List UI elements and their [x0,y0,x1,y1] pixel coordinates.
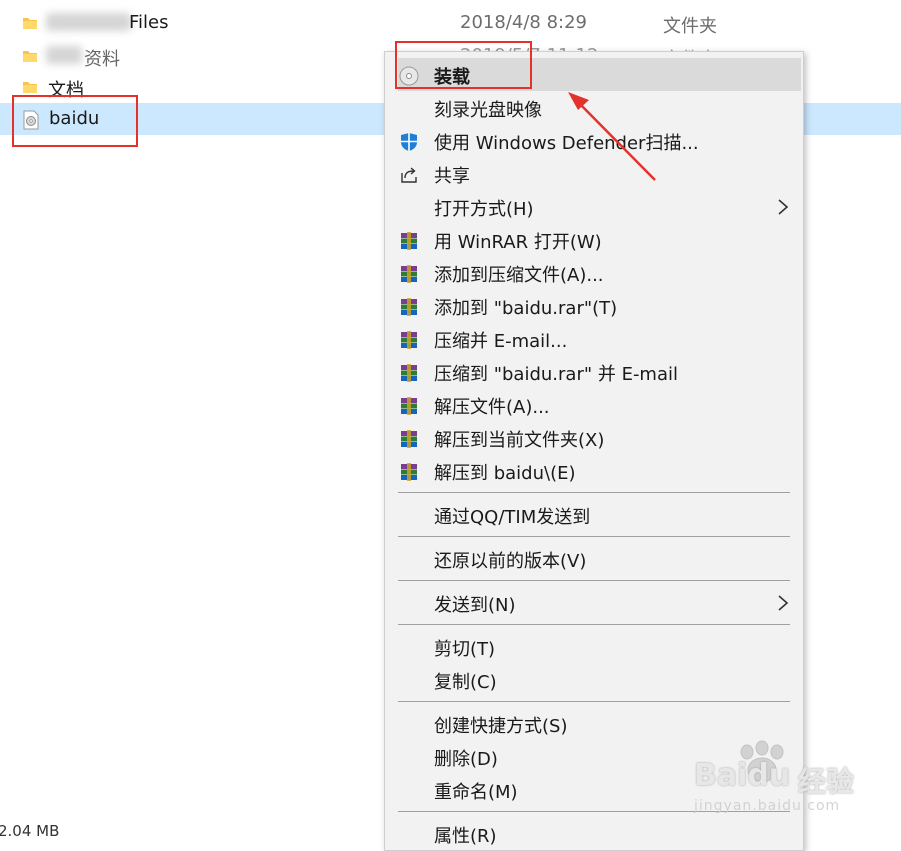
winrar-icon [401,298,417,316]
menu-item-copy[interactable]: 复制(C) [385,663,803,696]
watermark-brand: Baidu [694,758,791,793]
menu-item-open-with-winrar[interactable]: 用 WinRAR 打开(W) [385,223,803,256]
menu-item-add-to-archive[interactable]: 添加到压缩文件(A)... [385,256,803,289]
menu-item-create-shortcut[interactable]: 创建快捷方式(S) [385,707,803,740]
chevron-right-icon [778,199,789,215]
watermark-url: jingyan.baidu.com [694,798,841,814]
context-menu: 装载 刻录光盘映像 使用 Windows Defender扫描... 共享 打开… [384,51,804,851]
share-icon [401,167,417,183]
menu-item-extract-to-baidu[interactable]: 解压到 baidu\(E) [385,454,803,487]
menu-separator [398,580,790,581]
menu-separator [398,536,790,537]
chevron-right-icon [778,595,789,611]
winrar-icon [401,232,417,250]
menu-item-restore-previous-versions[interactable]: 还原以前的版本(V) [385,542,803,575]
file-row-files-folder[interactable]: Files 2018/4/8 8:29 文件夹 [0,7,901,39]
winrar-icon [401,397,417,415]
menu-item-share[interactable]: 共享 [385,157,803,190]
blurred-name [46,13,131,31]
winrar-icon [401,364,417,382]
winrar-icon [401,331,417,349]
menu-item-extract-files[interactable]: 解压文件(A)... [385,388,803,421]
status-size: 2.04 MB [0,822,60,840]
watermark-cn: 经验 [798,765,855,798]
annotation-box-mount [395,41,532,89]
menu-separator [398,624,790,625]
menu-item-add-to-baidu-rar[interactable]: 添加到 "baidu.rar"(T) [385,289,803,322]
menu-item-open-with[interactable]: 打开方式(H) [385,190,803,223]
menu-separator [398,492,790,493]
menu-item-defender-scan[interactable]: 使用 Windows Defender扫描... [385,124,803,157]
file-name: 资料 [84,49,120,70]
menu-item-compress-and-email[interactable]: 压缩并 E-mail... [385,322,803,355]
folder-icon [23,82,37,93]
defender-shield-icon [401,133,417,151]
file-type: 文件夹 [663,16,717,37]
menu-item-send-to[interactable]: 发送到(N) [385,586,803,619]
winrar-icon [401,463,417,481]
baidu-jingyan-watermark: Baidu 经验 jingyan.baidu.com [690,740,900,830]
file-date: 2018/4/8 8:29 [460,12,587,33]
menu-item-send-via-qq-tim[interactable]: 通过QQ/TIM发送到 [385,498,803,531]
folder-icon [23,51,37,62]
menu-item-extract-here[interactable]: 解压到当前文件夹(X) [385,421,803,454]
winrar-icon [401,265,417,283]
menu-item-burn-disc-image[interactable]: 刻录光盘映像 [385,91,803,124]
menu-item-compress-baidu-rar-email[interactable]: 压缩到 "baidu.rar" 并 E-mail [385,355,803,388]
annotation-box-file [12,95,138,147]
menu-item-cut[interactable]: 剪切(T) [385,630,803,663]
blurred-name [46,46,82,64]
file-name: Files [129,12,169,33]
winrar-icon [401,430,417,448]
folder-icon [23,18,37,29]
menu-separator [398,701,790,702]
